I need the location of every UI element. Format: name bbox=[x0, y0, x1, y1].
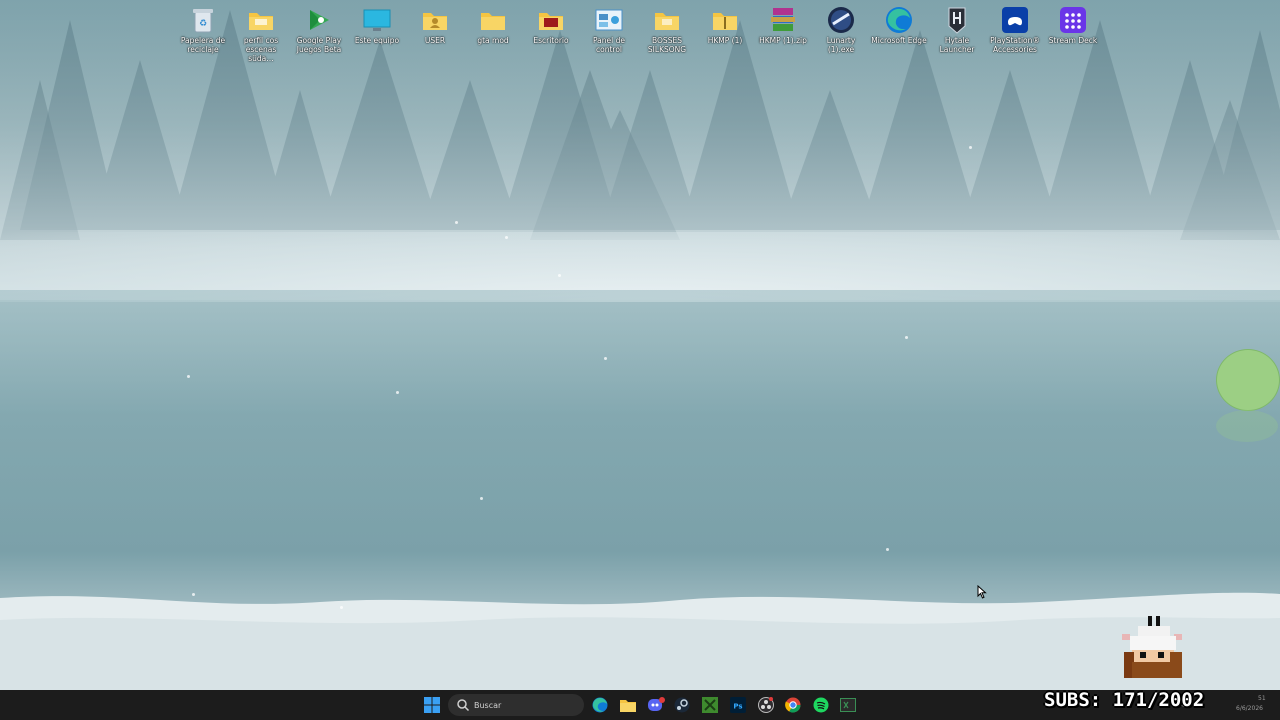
snowflake bbox=[505, 236, 508, 239]
desktop-icon-label: Microsoft Edge bbox=[871, 36, 927, 45]
snowflake bbox=[558, 274, 561, 277]
desktop-icon-label: Este equipo bbox=[354, 36, 400, 45]
desktop-icon-label: USER bbox=[424, 36, 446, 45]
desktop-icon-label: Lunarty (1).exe bbox=[826, 36, 856, 54]
desktop-icon-label: BOSSES SILKSONG bbox=[647, 36, 687, 54]
folder-icon bbox=[479, 6, 507, 34]
snowflake bbox=[905, 336, 908, 339]
desktop-icon-hkmp-zip[interactable]: HKMP (1).zip bbox=[754, 4, 812, 63]
stream-deck-icon bbox=[1059, 6, 1087, 34]
desktop-icon-escritorio[interactable]: Escritorio bbox=[522, 4, 580, 63]
chrome-icon[interactable] bbox=[783, 695, 803, 715]
desktop-icon-microsoft-edge[interactable]: Microsoft Edge bbox=[870, 4, 928, 63]
desktop-icon-label: Panel de control bbox=[593, 36, 625, 54]
desktop-icon-label: PlayStation® Accessories bbox=[990, 36, 1040, 54]
search-placeholder: Buscar bbox=[474, 700, 502, 710]
photoshop-icon[interactable]: Ps bbox=[728, 695, 748, 715]
desktop-icon-google-play-games[interactable]: Google Play Juegos Beta bbox=[290, 4, 348, 63]
discord-icon[interactable] bbox=[646, 695, 666, 715]
desktop-icon-este-equipo[interactable]: Este equipo bbox=[348, 4, 406, 63]
desktop-icon-label: perfil cos escenas süda… bbox=[243, 36, 279, 63]
spotify-icon[interactable] bbox=[811, 695, 831, 715]
desktop-icon-perfil-folder[interactable]: perfil cos escenas süda… bbox=[232, 4, 290, 63]
folder-icon bbox=[247, 6, 275, 34]
taskbar-search-box[interactable]: Buscar bbox=[448, 694, 584, 716]
desktop-pet-pixel-character[interactable] bbox=[1118, 612, 1186, 682]
desktop-icon-label: Papelera de reciclaje bbox=[180, 36, 226, 54]
terminal-icon[interactable] bbox=[838, 695, 858, 715]
desktop-icon-lunarty[interactable]: Lunarty (1).exe bbox=[812, 4, 870, 63]
folder-icon bbox=[653, 6, 681, 34]
windows-start-icon[interactable] bbox=[422, 695, 442, 715]
playstation-accessories-icon bbox=[1001, 6, 1029, 34]
desktop-background[interactable]: ♻ Papelera de reciclaje perfil cos escen… bbox=[0, 0, 1280, 690]
desktop-icon-panel-de-control[interactable]: Panel de control bbox=[580, 4, 638, 63]
desktop-icon-label: Escritorio bbox=[533, 36, 569, 45]
desktop-icon-label: Stream Deck bbox=[1048, 36, 1098, 45]
steam-icon[interactable] bbox=[672, 695, 692, 715]
mouse-pointer bbox=[977, 585, 987, 599]
snowflake bbox=[604, 357, 607, 360]
desktop-icon-gta-mod[interactable]: gta mod bbox=[464, 4, 522, 63]
desktop-icon-hkmp-folder[interactable]: HKMP (1) bbox=[696, 4, 754, 63]
computer-icon bbox=[363, 6, 391, 34]
user-folder-icon bbox=[421, 6, 449, 34]
lunar-client-icon bbox=[827, 6, 855, 34]
snowflake bbox=[455, 221, 458, 224]
desktop-icon-grid: ♻ Papelera de reciclaje perfil cos escen… bbox=[174, 4, 1102, 63]
minecraft-icon[interactable] bbox=[700, 695, 720, 715]
snowflake bbox=[187, 375, 190, 378]
desktop-icon-label: Hytale Launcher bbox=[939, 36, 975, 54]
desktop-icon-stream-deck[interactable]: Stream Deck bbox=[1044, 4, 1102, 63]
subscriber-counter-overlay: SUBS: 171/2002 bbox=[1044, 689, 1205, 711]
winrar-icon bbox=[769, 6, 797, 34]
recycle-bin-icon: ♻ bbox=[189, 6, 217, 34]
search-icon bbox=[457, 699, 470, 712]
snowflake bbox=[396, 391, 399, 394]
desktop-icon-label: gta mod bbox=[477, 36, 509, 45]
google-play-games-icon bbox=[305, 6, 333, 34]
hytale-icon bbox=[943, 6, 971, 34]
snowflake bbox=[340, 606, 343, 609]
desktop-pet-green-blob[interactable] bbox=[1216, 349, 1280, 411]
desktop-icon-bosses-silksong[interactable]: BOSSES SILKSONG bbox=[638, 4, 696, 63]
desktop-pet-reflection bbox=[1216, 410, 1278, 442]
snowflake bbox=[192, 593, 195, 596]
desktop-icon-hytale-launcher[interactable]: Hytale Launcher bbox=[928, 4, 986, 63]
edge-icon[interactable] bbox=[590, 695, 610, 715]
desktop-icon-recycle-bin[interactable]: ♻ Papelera de reciclaje bbox=[174, 4, 232, 63]
obs-icon[interactable] bbox=[756, 695, 776, 715]
desktop-icon-label: HKMP (1) bbox=[707, 36, 743, 45]
wallpaper-snowbank-near bbox=[0, 592, 1280, 690]
desktop-icon-label: HKMP (1).zip bbox=[759, 36, 807, 45]
desktop-folder-icon bbox=[537, 6, 565, 34]
wallpaper-frozen-lake bbox=[0, 290, 1280, 610]
snowflake bbox=[969, 146, 972, 149]
svg-text:♻: ♻ bbox=[199, 19, 207, 29]
zip-folder-icon bbox=[711, 6, 739, 34]
desktop-icon-playstation-accessories[interactable]: PlayStation® Accessories bbox=[986, 4, 1044, 63]
file-explorer-icon[interactable] bbox=[618, 695, 638, 715]
snowflake bbox=[886, 548, 889, 551]
desktop-icon-user[interactable]: USER bbox=[406, 4, 464, 63]
snowflake bbox=[480, 497, 483, 500]
svg-text:Ps: Ps bbox=[733, 703, 742, 711]
tray-time[interactable]: 51 bbox=[1258, 695, 1266, 702]
edge-icon bbox=[885, 6, 913, 34]
desktop-icon-label: Google Play Juegos Beta bbox=[296, 36, 342, 54]
tray-date[interactable]: 6/6/2026 bbox=[1236, 705, 1263, 712]
control-panel-icon bbox=[595, 6, 623, 34]
